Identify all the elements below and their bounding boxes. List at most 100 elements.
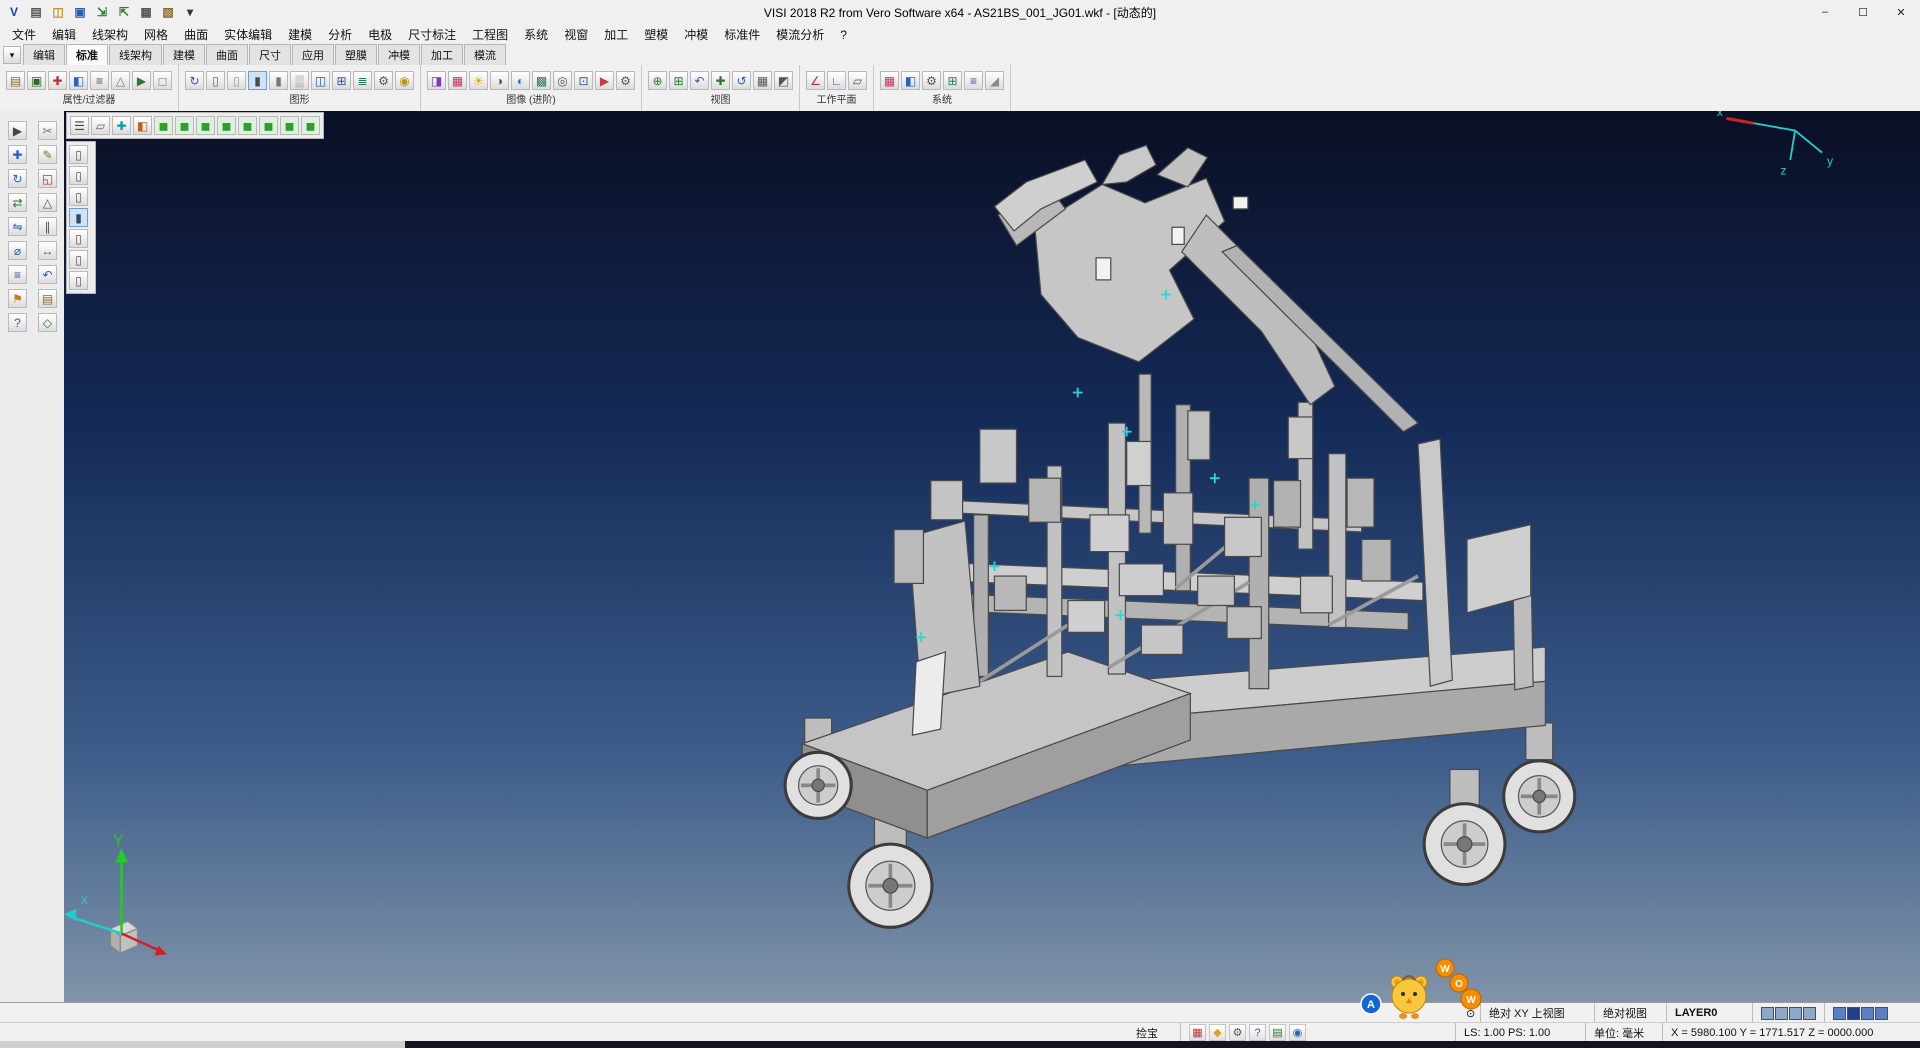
redraw-icon[interactable]: ↻ <box>185 71 204 90</box>
level-1-icon[interactable]: ▯ <box>69 145 88 164</box>
reflection-icon[interactable]: ◐ <box>511 71 530 90</box>
menu-item[interactable]: 塑模 <box>636 24 676 45</box>
graphics-settings-icon[interactable]: ⚙ <box>374 71 393 90</box>
render-icon[interactable]: ◨ <box>427 71 446 90</box>
grid-icon[interactable]: ⊞ <box>943 71 962 90</box>
zoom-previous-icon[interactable]: ↶ <box>690 71 709 90</box>
dynamic-section-icon[interactable]: ◫ <box>311 71 330 90</box>
help-icon[interactable]: ? <box>8 313 27 332</box>
menu-item[interactable]: 建模 <box>280 24 320 45</box>
settings-icon[interactable]: ⚙ <box>1229 1024 1246 1041</box>
view-axon-icon[interactable]: ◼ <box>301 116 320 135</box>
view-top-icon[interactable]: ◼ <box>175 116 194 135</box>
view-mode-label[interactable]: 绝对 XY 上视图 <box>1480 1003 1573 1023</box>
snap-point-icon[interactable]: ◆ <box>1209 1024 1226 1041</box>
menu-item[interactable]: 尺寸标注 <box>400 24 464 45</box>
measure-icon[interactable]: ⌀ <box>8 241 27 260</box>
snap-grid-icon[interactable]: ▦ <box>1189 1024 1206 1041</box>
menu-item[interactable]: 曲面 <box>176 24 216 45</box>
print-icon[interactable]: ▦ <box>136 2 156 22</box>
draft-analysis-icon[interactable]: ◢ <box>985 71 1004 90</box>
active-layer-label[interactable]: LAYER0 <box>1666 1003 1725 1023</box>
ribbon-tab[interactable]: 标准 <box>66 44 108 65</box>
tab-overflow-button[interactable]: ▾ <box>3 46 21 64</box>
offset-icon[interactable]: ∥ <box>38 217 57 236</box>
camera-icon[interactable]: ◎ <box>553 71 572 90</box>
layer-swatch[interactable] <box>1775 1007 1788 1020</box>
ribbon-tab[interactable]: 塑膜 <box>335 44 377 65</box>
display-options-icon[interactable]: ◧ <box>901 71 920 90</box>
transparency-display-icon[interactable]: ▒ <box>290 71 309 90</box>
named-views-icon[interactable]: ▦ <box>753 71 772 90</box>
ribbon-tab[interactable]: 曲面 <box>206 44 248 65</box>
shaded-cube-icon[interactable]: ◧ <box>133 116 152 135</box>
erase-icon[interactable]: ◱ <box>38 169 57 188</box>
view-iso-icon[interactable]: ◼ <box>154 116 173 135</box>
attributes-icon[interactable]: ▤ <box>6 71 25 90</box>
minimize-button[interactable]: – <box>1806 0 1844 24</box>
view-front-icon[interactable]: ◼ <box>217 116 236 135</box>
move-icon[interactable]: ✚ <box>8 145 27 164</box>
element-list-icon[interactable]: ⊞ <box>332 71 351 90</box>
shadows-icon[interactable]: ◑ <box>490 71 509 90</box>
save-file-icon[interactable]: ▣ <box>70 2 90 22</box>
mirror-icon[interactable]: ⇋ <box>8 217 27 236</box>
view-bottom-icon[interactable]: ◼ <box>196 116 215 135</box>
absolute-view-label[interactable]: 绝对视图 <box>1594 1003 1655 1023</box>
view-left-icon[interactable]: ◼ <box>259 116 278 135</box>
layer-swatch[interactable] <box>1789 1007 1802 1020</box>
level-6-icon[interactable]: ▯ <box>69 250 88 269</box>
info-icon[interactable]: ▤ <box>1269 1024 1286 1041</box>
system-colors-icon[interactable]: ▦ <box>880 71 899 90</box>
shaded-display-icon[interactable]: ▮ <box>248 71 267 90</box>
dimension-icon[interactable]: ↔ <box>38 241 57 260</box>
viewport[interactable]: ☰▱✚◧◼◼◼◼◼◼◼◼ ▯▯▯▮▯▯▯ <box>64 111 1920 1002</box>
sketch-icon[interactable]: ✎ <box>38 145 57 164</box>
filter-elements-icon[interactable]: ✚ <box>48 71 67 90</box>
level-7-icon[interactable]: ▯ <box>69 271 88 290</box>
undo-icon[interactable]: ↶ <box>38 265 57 284</box>
filter-layer-icon[interactable]: ≡ <box>90 71 109 90</box>
scissors-icon[interactable]: ✂ <box>38 121 57 140</box>
snapshot-icon[interactable]: ⊡ <box>574 71 593 90</box>
menu-item[interactable]: 文件 <box>4 24 44 45</box>
save-view-icon[interactable]: ◇ <box>38 313 57 332</box>
workplane-manager-icon[interactable]: ▱ <box>848 71 867 90</box>
plot-icon[interactable]: ▧ <box>158 2 178 22</box>
menu-item[interactable]: 分析 <box>320 24 360 45</box>
world-icon[interactable]: ◉ <box>1289 1024 1306 1041</box>
layer-manager-icon[interactable]: ≡ <box>964 71 983 90</box>
shaded-edges-display-icon[interactable]: ▮ <box>269 71 288 90</box>
ribbon-tab[interactable]: 编辑 <box>23 44 65 65</box>
layer-swatch[interactable] <box>1761 1007 1774 1020</box>
background-icon[interactable]: ▩ <box>532 71 551 90</box>
select-icon[interactable]: ▶ <box>8 121 27 140</box>
attribute-copy-icon[interactable]: ▣ <box>27 71 46 90</box>
zoom-extents-icon[interactable]: ⊕ <box>648 71 667 90</box>
menu-item[interactable]: 线架构 <box>84 24 136 45</box>
view-settings-icon[interactable]: ◩ <box>774 71 793 90</box>
rotate-icon[interactable]: ↻ <box>8 169 27 188</box>
animation-icon[interactable]: ▶ <box>595 71 614 90</box>
rotate-view-icon[interactable]: ↺ <box>732 71 751 90</box>
selection-mask-icon[interactable]: ◻ <box>153 71 172 90</box>
materials-icon[interactable]: ▦ <box>448 71 467 90</box>
quick-select-icon[interactable]: ▶ <box>132 71 151 90</box>
modify-icon[interactable]: △ <box>38 193 57 212</box>
level-2-icon[interactable]: ▯ <box>69 166 88 185</box>
flag-icon[interactable]: ⚑ <box>8 289 27 308</box>
import-icon[interactable]: ⇲ <box>92 2 112 22</box>
workplane-xy-icon[interactable]: ∠ <box>806 71 825 90</box>
view-back-icon[interactable]: ◼ <box>238 116 257 135</box>
menu-item[interactable]: 标准件 <box>716 24 768 45</box>
viewport-canvas[interactable]: Y x x y z <box>64 111 1920 1002</box>
menu-item[interactable]: 网格 <box>136 24 176 45</box>
layers-icon[interactable]: ≡ <box>8 265 27 284</box>
layer-swatch[interactable] <box>1875 1007 1888 1020</box>
menu-item[interactable]: 加工 <box>596 24 636 45</box>
ribbon-tab[interactable]: 应用 <box>292 44 334 65</box>
axis-view-icon[interactable]: ✚ <box>112 116 131 135</box>
view-menu-icon[interactable]: ☰ <box>70 116 89 135</box>
filter-color-icon[interactable]: ◧ <box>69 71 88 90</box>
menu-item[interactable]: 系统 <box>516 24 556 45</box>
